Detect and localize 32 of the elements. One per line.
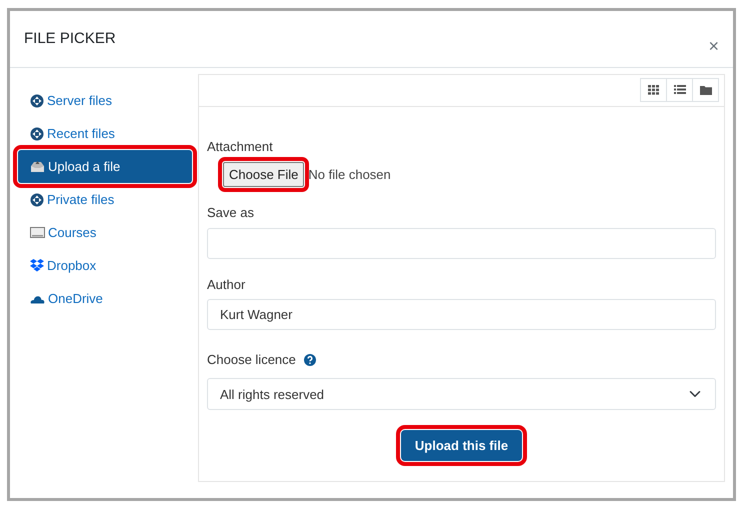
close-button[interactable]: × <box>708 32 719 60</box>
dropbox-icon <box>30 259 44 272</box>
sidebar-item[interactable]: Recent files <box>14 117 194 150</box>
sidebar-item[interactable]: Courses <box>14 216 194 249</box>
field-label: Save as <box>207 204 255 222</box>
sidebar-item[interactable]: OneDrive <box>14 282 194 315</box>
sidebar-item[interactable]: Private files <box>14 183 194 216</box>
licence-dropdown[interactable]: All rights reserved <box>207 378 716 410</box>
inbox-icon <box>30 160 45 173</box>
view-toggle-button[interactable] <box>692 78 719 102</box>
folder-icon <box>700 85 712 95</box>
field-label: Choose licence <box>207 351 296 369</box>
monitor-icon <box>30 226 45 239</box>
sidebar-item[interactable]: Dropbox <box>14 249 194 282</box>
dialog-title: FILE PICKER <box>24 28 116 49</box>
view-toggle-button[interactable] <box>640 78 667 102</box>
grid-icon <box>648 85 660 95</box>
list-icon <box>674 85 686 95</box>
field-label: Attachment <box>207 138 274 156</box>
cloud-icon <box>30 294 45 304</box>
field-label: Author <box>207 276 246 294</box>
view-toggle-button[interactable] <box>666 78 693 102</box>
help-icon <box>304 354 316 366</box>
sidebar-item[interactable]: Upload a file <box>18 150 192 183</box>
repo-icon <box>30 94 44 108</box>
repo-icon <box>30 126 44 140</box>
upload-button[interactable]: Upload this file <box>400 430 522 461</box>
save-as-field[interactable] <box>207 228 716 258</box>
sidebar-item[interactable]: Server files <box>14 84 194 117</box>
file-status-text: No file chosen <box>308 166 391 184</box>
author-field[interactable]: Kurt Wagner <box>207 299 716 330</box>
repo-icon <box>30 192 44 206</box>
